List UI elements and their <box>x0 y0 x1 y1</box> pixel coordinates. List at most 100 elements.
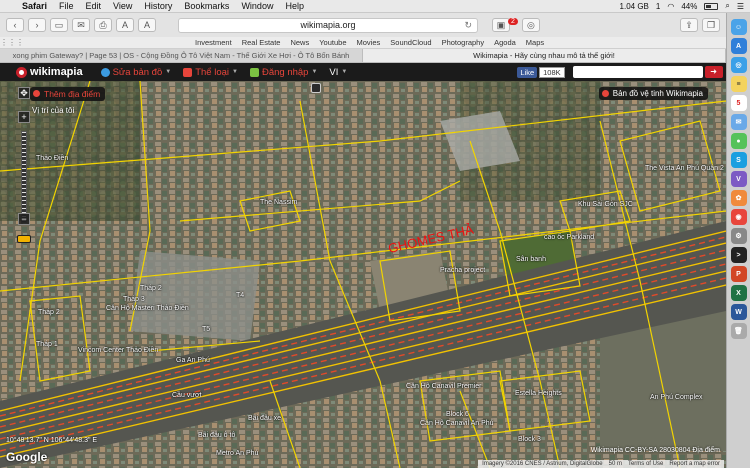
text-smaller-button[interactable]: A <box>116 18 134 32</box>
wifi-icon[interactable]: ◠ <box>667 2 674 11</box>
place-label[interactable]: Tháp 3 <box>123 296 145 303</box>
address-bar[interactable]: wikimapia.org ↻ <box>178 17 478 33</box>
place-label[interactable]: Ga An Phú <box>176 357 210 364</box>
place-label[interactable]: Metro An Phú <box>216 450 258 457</box>
place-label[interactable]: Căn Hộ Canavil An Phú <box>420 420 494 427</box>
map-pin-icon[interactable] <box>311 83 321 93</box>
top-sites-icon[interactable]: ⋮⋮⋮ <box>0 38 24 47</box>
place-label[interactable]: Cầu vượt <box>172 392 202 399</box>
menu-edit[interactable]: Edit <box>80 1 108 11</box>
back-button[interactable]: ‹ <box>6 18 24 32</box>
place-label[interactable]: Estella Heights <box>515 390 562 397</box>
search-icon[interactable]: ⌕ <box>725 1 729 11</box>
satellite-map-button[interactable]: Bản đồ vệ tinh Wikimapia <box>598 87 708 100</box>
settings-icon[interactable]: ⚙ <box>730 228 747 244</box>
place-label[interactable]: T5 <box>202 326 210 333</box>
reload-icon[interactable]: ↻ <box>464 19 472 32</box>
place-label[interactable]: An Phú Complex <box>650 394 703 401</box>
map-search-input[interactable] <box>572 66 703 78</box>
menu-edit-map[interactable]: Sửa bản đồ ▼ <box>100 67 171 78</box>
mail-share-icon[interactable]: ✉ <box>72 18 90 32</box>
viber-icon[interactable]: V <box>730 171 747 187</box>
skype-icon[interactable]: S <box>730 152 747 168</box>
place-label[interactable]: Bãi đậu xe <box>248 415 281 422</box>
tab-wikimapia[interactable]: Wikimapia - Hãy cùng nhau mô tả thế giới… <box>363 49 726 62</box>
menu-history[interactable]: History <box>138 1 178 11</box>
add-place-button[interactable]: Thêm địa điểm <box>30 87 106 101</box>
place-label[interactable]: Bãi đậu ô tô <box>198 432 235 439</box>
zoom-in-button[interactable]: + <box>18 111 30 123</box>
place-label[interactable]: Vincom Center Thảo Điền <box>78 347 158 354</box>
photos-icon[interactable]: ✿ <box>730 190 747 206</box>
place-label[interactable]: Block 3 <box>518 436 541 443</box>
bookmark-agoda[interactable]: Agoda <box>494 38 516 47</box>
zoom-slider-track[interactable] <box>21 131 27 223</box>
bookmark-news[interactable]: News <box>290 38 309 47</box>
place-label[interactable]: Khu Sài Gòn SJC <box>578 201 633 208</box>
bookmark-movies[interactable]: Movies <box>357 38 381 47</box>
place-label[interactable]: The Vista An Phú Quận 2 <box>645 165 724 172</box>
menu-file[interactable]: File <box>53 1 80 11</box>
fb-like-button[interactable]: Like <box>517 66 538 78</box>
menu-bookmarks[interactable]: Bookmarks <box>178 1 235 11</box>
place-label[interactable]: Căn Hộ Masteri Thảo Điền <box>106 305 189 312</box>
place-label[interactable]: Thảo Điền <box>36 155 68 162</box>
network-status[interactable]: 1.04 GB <box>620 2 649 11</box>
appstore-icon[interactable]: A <box>730 38 747 54</box>
share-icon[interactable]: ⇪ <box>680 18 698 32</box>
print-icon[interactable]: ⎙ <box>94 18 112 32</box>
tab-otosaigon[interactable]: xong phim Gateway? | Page 53 | OS - Cộng… <box>0 49 363 62</box>
place-label[interactable]: Căn Hộ Canavil Premier <box>406 383 481 390</box>
mail-icon[interactable]: ✉ <box>730 114 747 130</box>
terminal-icon[interactable]: > <box>730 247 747 263</box>
menu-window[interactable]: Window <box>235 1 279 11</box>
language-selector[interactable]: VI ▼ <box>329 67 347 78</box>
trash-icon[interactable]: 🗑 <box>730 323 747 339</box>
bookmark-real-estate[interactable]: Real Estate <box>242 38 281 47</box>
menu-view[interactable]: View <box>107 1 138 11</box>
chrome-icon[interactable]: ◉ <box>730 209 747 225</box>
wikimapia-logo[interactable]: wikimapia <box>16 66 83 78</box>
safari-icon[interactable]: ◎ <box>730 57 747 73</box>
finder-icon[interactable]: ☺ <box>730 19 747 35</box>
menu-app-name[interactable]: Safari <box>16 1 53 11</box>
place-label[interactable]: Tháp 1 <box>36 341 58 348</box>
place-label[interactable]: The Nassim <box>260 199 297 206</box>
bookmark-maps[interactable]: Maps <box>526 38 544 47</box>
menu-login[interactable]: Đăng nhập ▼ <box>249 67 317 78</box>
menu-help[interactable]: Help <box>279 1 310 11</box>
bookmark-photography[interactable]: Photography <box>442 38 485 47</box>
tabs-overview-icon[interactable]: ❐ <box>702 18 720 32</box>
battery-percent[interactable]: 44% <box>681 2 697 11</box>
notes-icon[interactable]: ≡ <box>730 76 747 92</box>
word-icon[interactable]: W <box>730 304 747 320</box>
bookmark-soundcloud[interactable]: SoundCloud <box>390 38 431 47</box>
calendar-icon[interactable]: 5 <box>730 95 747 111</box>
place-label[interactable]: cao ốc Parkland <box>544 234 594 241</box>
powerpoint-icon[interactable]: P <box>730 266 747 282</box>
zoom-slider-handle[interactable] <box>17 235 31 243</box>
toolbar-extra-icon[interactable]: ◎ <box>521 18 540 32</box>
messages-icon[interactable]: ● <box>730 133 747 149</box>
place-label[interactable]: Block 6 <box>446 411 469 418</box>
place-label[interactable]: T4 <box>236 292 244 299</box>
menu-list-icon[interactable]: ☰ <box>737 2 744 11</box>
notification-badge[interactable]: 1 <box>656 2 660 11</box>
place-label[interactable]: Sân banh <box>516 256 546 263</box>
pan-control-icon[interactable]: ✥ <box>18 87 30 99</box>
text-larger-button[interactable]: A <box>138 18 156 32</box>
my-location-button[interactable]: Vị trí của tôi <box>32 106 74 115</box>
forward-button[interactable]: › <box>28 18 46 32</box>
excel-icon[interactable]: X <box>730 285 747 301</box>
menu-categories[interactable]: Thể loại ▼ <box>183 67 238 78</box>
sidebar-icon[interactable]: ▭ <box>50 18 68 32</box>
place-label[interactable]: Tháp 2 <box>38 309 60 316</box>
place-label[interactable]: Tháp 2 <box>140 285 162 292</box>
map-search-button[interactable]: ➜ <box>704 66 723 78</box>
place-label[interactable]: Pracha project <box>440 267 485 274</box>
bookmark-investment[interactable]: Investment <box>195 38 232 47</box>
zoom-out-button[interactable]: − <box>18 213 30 225</box>
map-canvas[interactable]: Thảo Điền The Nassim GHOMES THẢ Pracha p… <box>0 81 726 468</box>
bookmark-youtube[interactable]: Youtube <box>319 38 346 47</box>
facebook-like[interactable]: Like 108K <box>517 66 565 78</box>
